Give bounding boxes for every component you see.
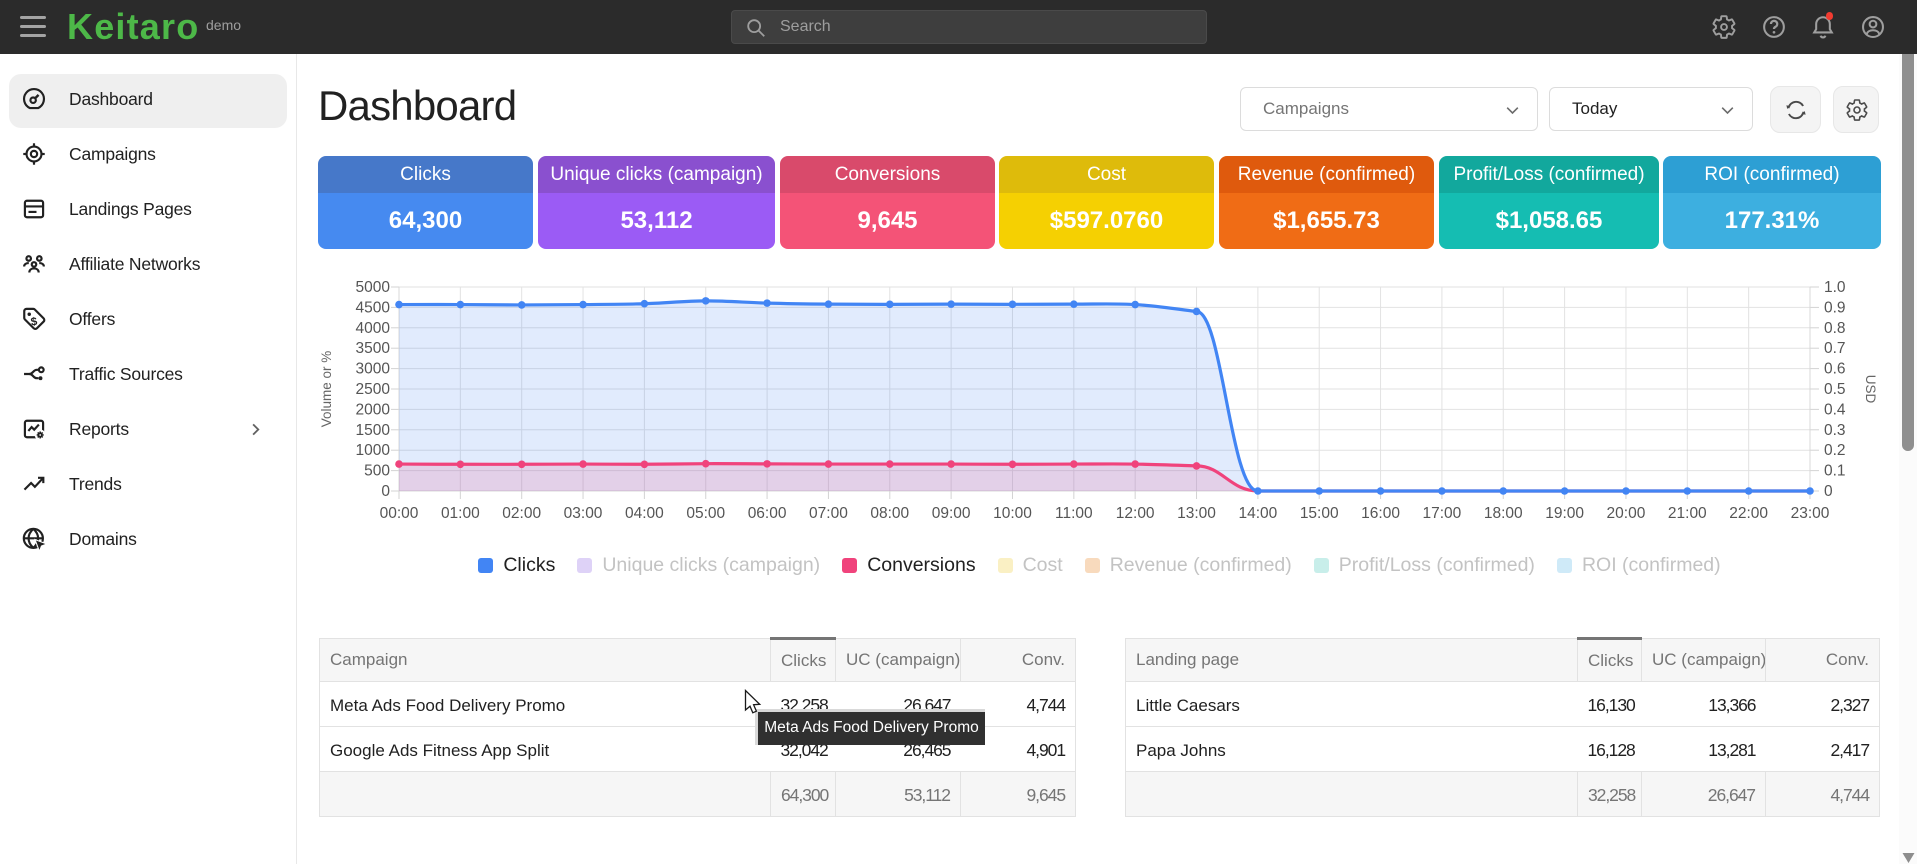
svg-text:22:00: 22:00 (1729, 505, 1768, 522)
svg-text:05:00: 05:00 (686, 505, 725, 522)
svg-text:1.0: 1.0 (1824, 279, 1846, 296)
svg-text:Volume or %: Volume or % (319, 351, 334, 428)
svg-text:3000: 3000 (356, 361, 391, 378)
svg-text:21:00: 21:00 (1668, 505, 1707, 522)
svg-text:14:00: 14:00 (1238, 505, 1277, 522)
svg-text:08:00: 08:00 (870, 505, 909, 522)
svg-text:1000: 1000 (356, 442, 391, 459)
svg-text:0: 0 (381, 483, 390, 500)
svg-text:00:00: 00:00 (380, 505, 419, 522)
svg-text:23:00: 23:00 (1791, 505, 1830, 522)
svg-text:0.5: 0.5 (1824, 381, 1846, 398)
svg-text:5000: 5000 (356, 279, 391, 296)
svg-text:15:00: 15:00 (1300, 505, 1339, 522)
svg-text:0: 0 (1824, 483, 1833, 500)
svg-text:06:00: 06:00 (748, 505, 787, 522)
svg-text:USD: USD (1863, 375, 1878, 404)
svg-text:$: $ (30, 316, 39, 329)
svg-text:4500: 4500 (356, 299, 391, 316)
svg-text:11:00: 11:00 (1055, 505, 1093, 522)
svg-text:09:00: 09:00 (932, 505, 971, 522)
svg-text:3500: 3500 (356, 340, 391, 357)
svg-text:0.7: 0.7 (1824, 340, 1846, 357)
svg-text:0.9: 0.9 (1824, 299, 1846, 316)
svg-text:18:00: 18:00 (1484, 505, 1523, 522)
svg-text:4000: 4000 (356, 320, 391, 337)
svg-text:0.1: 0.1 (1824, 463, 1846, 480)
svg-text:500: 500 (364, 463, 390, 480)
svg-text:0.3: 0.3 (1824, 422, 1846, 439)
svg-text:10:00: 10:00 (993, 505, 1032, 522)
svg-text:17:00: 17:00 (1423, 505, 1462, 522)
svg-text:2000: 2000 (356, 401, 391, 418)
svg-text:04:00: 04:00 (625, 505, 664, 522)
svg-text:0.4: 0.4 (1824, 401, 1846, 418)
svg-text:02:00: 02:00 (502, 505, 541, 522)
svg-text:1500: 1500 (356, 422, 391, 439)
svg-text:20:00: 20:00 (1607, 505, 1646, 522)
svg-text:01:00: 01:00 (441, 505, 480, 522)
svg-text:13:00: 13:00 (1177, 505, 1216, 522)
svg-text:0.2: 0.2 (1824, 442, 1846, 459)
svg-text:12:00: 12:00 (1116, 505, 1155, 522)
svg-text:19:00: 19:00 (1545, 505, 1584, 522)
svg-text:0.6: 0.6 (1824, 361, 1846, 378)
svg-text:0.8: 0.8 (1824, 320, 1846, 337)
svg-text:03:00: 03:00 (564, 505, 603, 522)
svg-text:07:00: 07:00 (809, 505, 848, 522)
svg-text:2500: 2500 (356, 381, 391, 398)
svg-text:16:00: 16:00 (1361, 505, 1400, 522)
